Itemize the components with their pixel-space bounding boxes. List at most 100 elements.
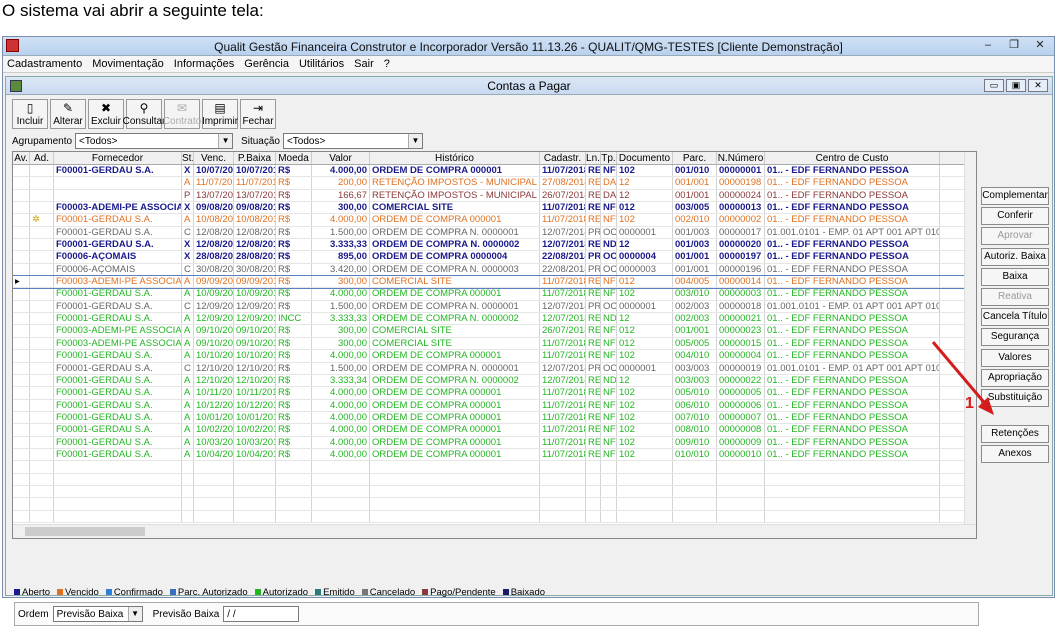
table-row[interactable]: F00006-AÇOMAISX28/08/201828/08/2018R$895… <box>13 251 976 264</box>
table-row[interactable]: F00001-GERDAU S.A.A10/02/201910/02/2019R… <box>13 424 976 437</box>
legend-item: Pago/Pendente <box>422 587 496 598</box>
baixa-button[interactable]: Baixa <box>981 267 1049 286</box>
accounts-grid[interactable]: Av. Ad. Fornecedor St. Venc. P.Baixa Moeda Valo… <box>12 151 977 539</box>
cell-f: F00003-ADEMI-PE ASSOCIAÇÃO <box>56 276 182 288</box>
column-header[interactable]: Tp. <box>601 152 617 164</box>
column-header[interactable]: Documento <box>617 152 673 164</box>
table-row[interactable]: F00003-ADEMI-PE ASSOCIAÇÃOX09/08/201809/… <box>13 202 976 215</box>
table-row[interactable]: F00001-GERDAU S.A.C12/10/201812/10/2018R… <box>13 362 976 375</box>
imprimir-button[interactable]: ▤ Imprimir <box>202 99 238 129</box>
restore-button[interactable]: ❐ <box>1004 38 1024 53</box>
menu-item[interactable]: Sair <box>354 58 374 70</box>
empty-cell <box>586 461 601 473</box>
column-header[interactable]: St. <box>182 152 194 164</box>
table-row[interactable]: F00001-GERDAU S.A.A10/09/201810/09/2018R… <box>13 288 976 301</box>
empty-cell <box>234 485 276 498</box>
fechar-button[interactable]: ⇥ Fechar <box>240 99 276 129</box>
table-row[interactable]: F00006-AÇOMAISC30/08/201830/08/2018R$3.4… <box>13 263 976 277</box>
table-row[interactable]: F00001-GERDAU S.A.A10/01/201910/01/2019R… <box>13 411 976 425</box>
menu-item[interactable]: Cadastramento <box>7 58 82 70</box>
column-header[interactable]: Cadastr. <box>540 152 586 164</box>
table-row[interactable]: F00001-GERDAU S.A.A10/12/201810/12/2018R… <box>13 399 976 412</box>
table-row[interactable]: P13/07/201813/07/2018R$166,67RETENÇÃO IM… <box>13 189 976 203</box>
legend-label: Vencido <box>65 587 99 598</box>
menu-item[interactable]: Movimentação <box>92 58 164 70</box>
table-row[interactable]: F00001-GERDAU S.A.A12/09/201812/09/2018I… <box>13 313 976 326</box>
table-row[interactable]: F00001-GERDAU S.A.C12/09/201812/09/2018R… <box>13 300 976 314</box>
table-row[interactable]: F00001-GERDAU S.A.A10/11/201810/11/2018R… <box>13 387 976 400</box>
cancela-título-button[interactable]: Cancela Título <box>981 308 1049 327</box>
cell-h: ORDEM DE COMPRA 000001 <box>370 424 540 436</box>
menu-item[interactable]: ? <box>384 58 390 70</box>
cell-cc: 01.. - EDF FERNANDO PESSOA <box>765 214 940 226</box>
alterar-button[interactable]: ✎ Alterar <box>50 99 86 129</box>
column-header[interactable]: Centro de Custo <box>765 152 940 164</box>
situation-select[interactable]: <Todos> ▼ <box>282 133 423 149</box>
cell-cc: 01.. - EDF FERNANDO PESSOA <box>765 399 940 411</box>
table-row[interactable]: F00003-ADEMI-PE ASSOCIAÇÃOA09/10/201809/… <box>13 325 976 338</box>
conferir-button[interactable]: Conferir <box>981 207 1049 226</box>
aprovar-button[interactable]: Aprovar <box>981 227 1049 246</box>
column-header[interactable]: Fornecedor <box>54 152 182 164</box>
grouping-select[interactable]: <Todos> ▼ <box>75 133 234 149</box>
table-row[interactable]: ▸F00003-ADEMI-PE ASSOCIAÇÃOA09/09/201809… <box>13 275 976 290</box>
table-row[interactable]: F00001-GERDAU S.A.A10/10/201810/10/2018R… <box>13 350 976 363</box>
menu-item[interactable]: Informações <box>174 58 235 70</box>
column-header[interactable]: Valor <box>312 152 370 164</box>
consultar-button[interactable]: ⚲ Consultar <box>123 99 165 129</box>
cell-h: ORDEM DE COMPRA 000001 <box>370 411 540 424</box>
table-row[interactable]: F00001-GERDAU S.A.A12/10/201812/10/2018R… <box>13 374 976 388</box>
column-header[interactable]: Ln. <box>586 152 601 164</box>
column-header[interactable]: Moeda <box>276 152 312 164</box>
complementar-button[interactable]: Complementar <box>981 187 1049 205</box>
autoriz-baixa-button[interactable]: Autoriz. Baixa <box>981 247 1049 266</box>
table-row[interactable]: F00001-GERDAU S.A.A10/04/201910/04/2019R… <box>13 448 976 462</box>
incluir-button[interactable]: ▯ Incluir <box>12 99 48 129</box>
cell-f: F00001-GERDAU S.A. <box>54 239 182 251</box>
cell-cad: 26/07/2018 <box>542 325 586 337</box>
column-header[interactable]: Histórico <box>370 152 540 164</box>
toolbar-label: Contrato <box>162 116 202 127</box>
empty-cell <box>673 485 717 498</box>
column-header[interactable]: Venc. <box>194 152 234 164</box>
column-header[interactable]: N.Número <box>717 152 765 164</box>
menu-item[interactable]: Utilitários <box>299 58 344 70</box>
toolbar-label: Imprimir <box>201 116 239 127</box>
empty-cell <box>540 473 586 485</box>
contrato-button[interactable]: ✉ Contrato <box>162 99 202 129</box>
menu-item[interactable]: Gerência <box>244 58 289 70</box>
close-button[interactable]: ✕ <box>1030 38 1050 53</box>
child-restore-button[interactable]: ▣ <box>1006 79 1026 92</box>
child-minimize-button[interactable]: ▭ <box>984 79 1004 92</box>
forecast-label: Previsão Baixa <box>152 608 220 620</box>
child-close-button[interactable]: ✕ <box>1028 79 1048 92</box>
minimize-button[interactable]: – <box>978 38 998 53</box>
column-header[interactable]: Parc. <box>673 152 717 164</box>
cell-st: A <box>182 288 194 300</box>
reativa-button[interactable]: Reativa <box>981 287 1049 306</box>
order-select[interactable]: Previsão Baixa ▼ <box>52 606 143 622</box>
column-header[interactable]: Av. <box>13 152 30 164</box>
table-row[interactable]: F00003-ADEMI-PE ASSOCIAÇÃOA09/10/201809/… <box>13 337 976 351</box>
cell-doc: 0000004 <box>617 251 673 263</box>
column-header[interactable]: P.Baixa <box>234 152 276 164</box>
column-header[interactable]: Ad. <box>30 152 54 164</box>
anexos-button[interactable]: Anexos <box>981 445 1049 464</box>
child-window-icon <box>10 80 22 92</box>
table-row[interactable]: F00001-GERDAU S.A.C12/08/201812/08/2018R… <box>13 226 976 240</box>
scroll-thumb[interactable] <box>25 527 145 536</box>
table-row[interactable]: F00001-GERDAU S.A.A10/03/201910/03/2019R… <box>13 436 976 449</box>
empty-cell <box>540 485 586 498</box>
excluir-button[interactable]: ✖ Excluir <box>88 99 124 129</box>
cell-m: R$ <box>276 239 312 251</box>
cell-cc: 01.. - EDF FERNANDO PESSOA <box>765 288 940 300</box>
retenções-button[interactable]: Retenções <box>981 425 1049 444</box>
table-row[interactable]: ✲F00001-GERDAU S.A.A10/08/201810/08/2018… <box>13 214 976 227</box>
cell-indicator <box>30 325 54 337</box>
forecast-date-input[interactable]: / / <box>223 606 300 622</box>
table-row[interactable]: F00001-GERDAU S.A.X12/08/201812/08/2018R… <box>13 239 976 252</box>
table-row[interactable]: A11/07/201811/07/2018R$200,00RETENÇÃO IM… <box>13 177 976 190</box>
horizontal-scrollbar[interactable] <box>13 524 976 538</box>
toolbar-label: Excluir <box>90 116 121 127</box>
table-row[interactable]: F00001-GERDAU S.A.X10/07/201810/07/2018R… <box>13 165 976 178</box>
